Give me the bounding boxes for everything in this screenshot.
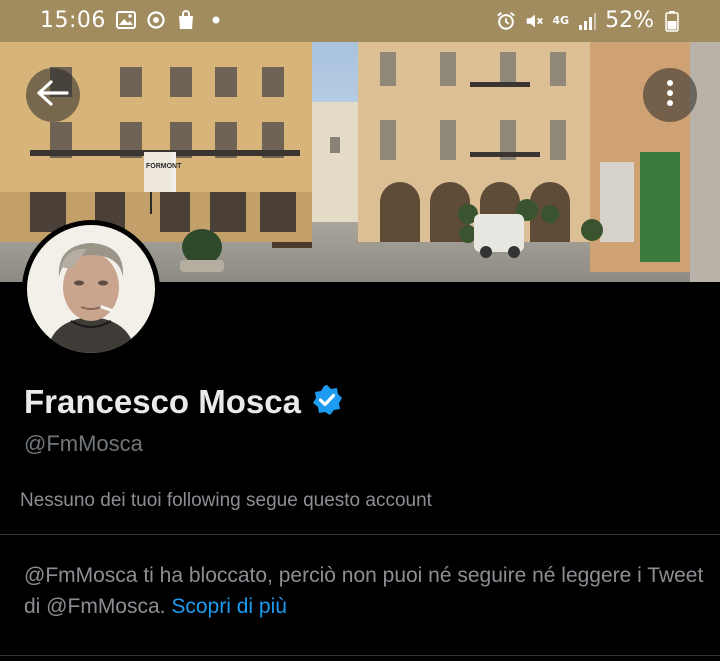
avatar-image xyxy=(27,225,155,353)
blocked-notice-text: @FmMosca ti ha bloccato, perciò non puoi… xyxy=(24,564,704,618)
network-icon: 4G xyxy=(552,11,569,31)
alarm-icon xyxy=(496,11,516,31)
divider xyxy=(0,655,720,656)
divider xyxy=(0,534,720,535)
profile-handle: @FmMosca xyxy=(24,431,143,456)
profile-name-row: Francesco Mosca xyxy=(24,383,343,421)
more-options-button[interactable] xyxy=(643,68,697,122)
verified-badge-icon[interactable] xyxy=(311,384,343,421)
arrow-left-icon xyxy=(36,79,70,112)
shopping-bag-icon xyxy=(176,10,196,30)
mute-icon xyxy=(524,11,544,31)
gallery-icon xyxy=(116,10,136,30)
network-label: 4G xyxy=(552,14,570,27)
dot-icon xyxy=(206,10,226,30)
more-vertical-icon xyxy=(666,79,674,112)
followers-you-know[interactable]: Nessuno dei tuoi following segue questo … xyxy=(20,490,432,512)
display-name: Francesco Mosca xyxy=(24,383,301,420)
back-button[interactable] xyxy=(26,68,80,122)
battery-percent: 52% xyxy=(605,8,654,33)
sync-icon xyxy=(146,10,166,30)
avatar-ring xyxy=(22,220,160,358)
learn-more-link[interactable]: Scopri di più xyxy=(171,595,287,618)
status-time: 15:06 xyxy=(40,8,106,33)
avatar[interactable] xyxy=(27,225,155,353)
banner-shop-sign: FORMONT xyxy=(146,163,182,170)
signal-icon xyxy=(577,11,597,31)
blocked-notice: @FmMosca ti ha bloccato, perciò non puoi… xyxy=(24,560,704,622)
status-bar: 15:06 4G 52% xyxy=(0,0,720,42)
battery-icon xyxy=(662,10,682,32)
